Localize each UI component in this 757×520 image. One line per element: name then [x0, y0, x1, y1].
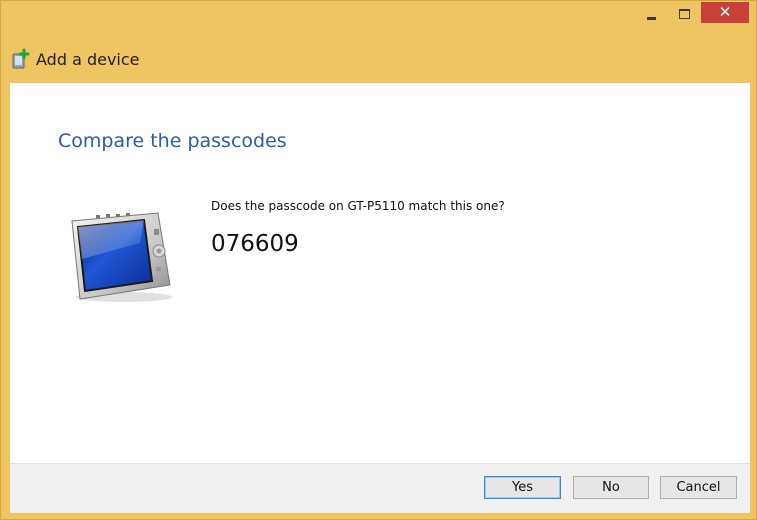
- close-button[interactable]: ✕: [701, 2, 749, 23]
- tablet-device-icon: [71, 212, 172, 302]
- passcode-value: 076609: [211, 231, 299, 257]
- window-title: Add a device: [36, 49, 140, 69]
- maximize-icon: [678, 9, 690, 19]
- yes-button[interactable]: Yes: [484, 476, 561, 499]
- no-button[interactable]: No: [573, 476, 649, 499]
- page-heading: Compare the passcodes: [58, 130, 287, 152]
- content-panel: Compare the passcodes Does the passcode …: [10, 83, 750, 463]
- minimize-icon: [646, 17, 656, 20]
- close-icon: ✕: [718, 3, 732, 21]
- title-bar: Add a device: [11, 45, 140, 73]
- minimize-button[interactable]: [639, 3, 663, 25]
- cancel-button[interactable]: Cancel: [660, 476, 737, 499]
- add-device-window: ✕ Add a device Compare the passcodes Doe…: [0, 0, 757, 520]
- button-bar: Yes No Cancel: [10, 463, 750, 513]
- passcode-question: Does the passcode on GT-P5110 match this…: [211, 199, 505, 213]
- maximize-button[interactable]: [672, 3, 696, 25]
- add-device-icon: [12, 48, 30, 69]
